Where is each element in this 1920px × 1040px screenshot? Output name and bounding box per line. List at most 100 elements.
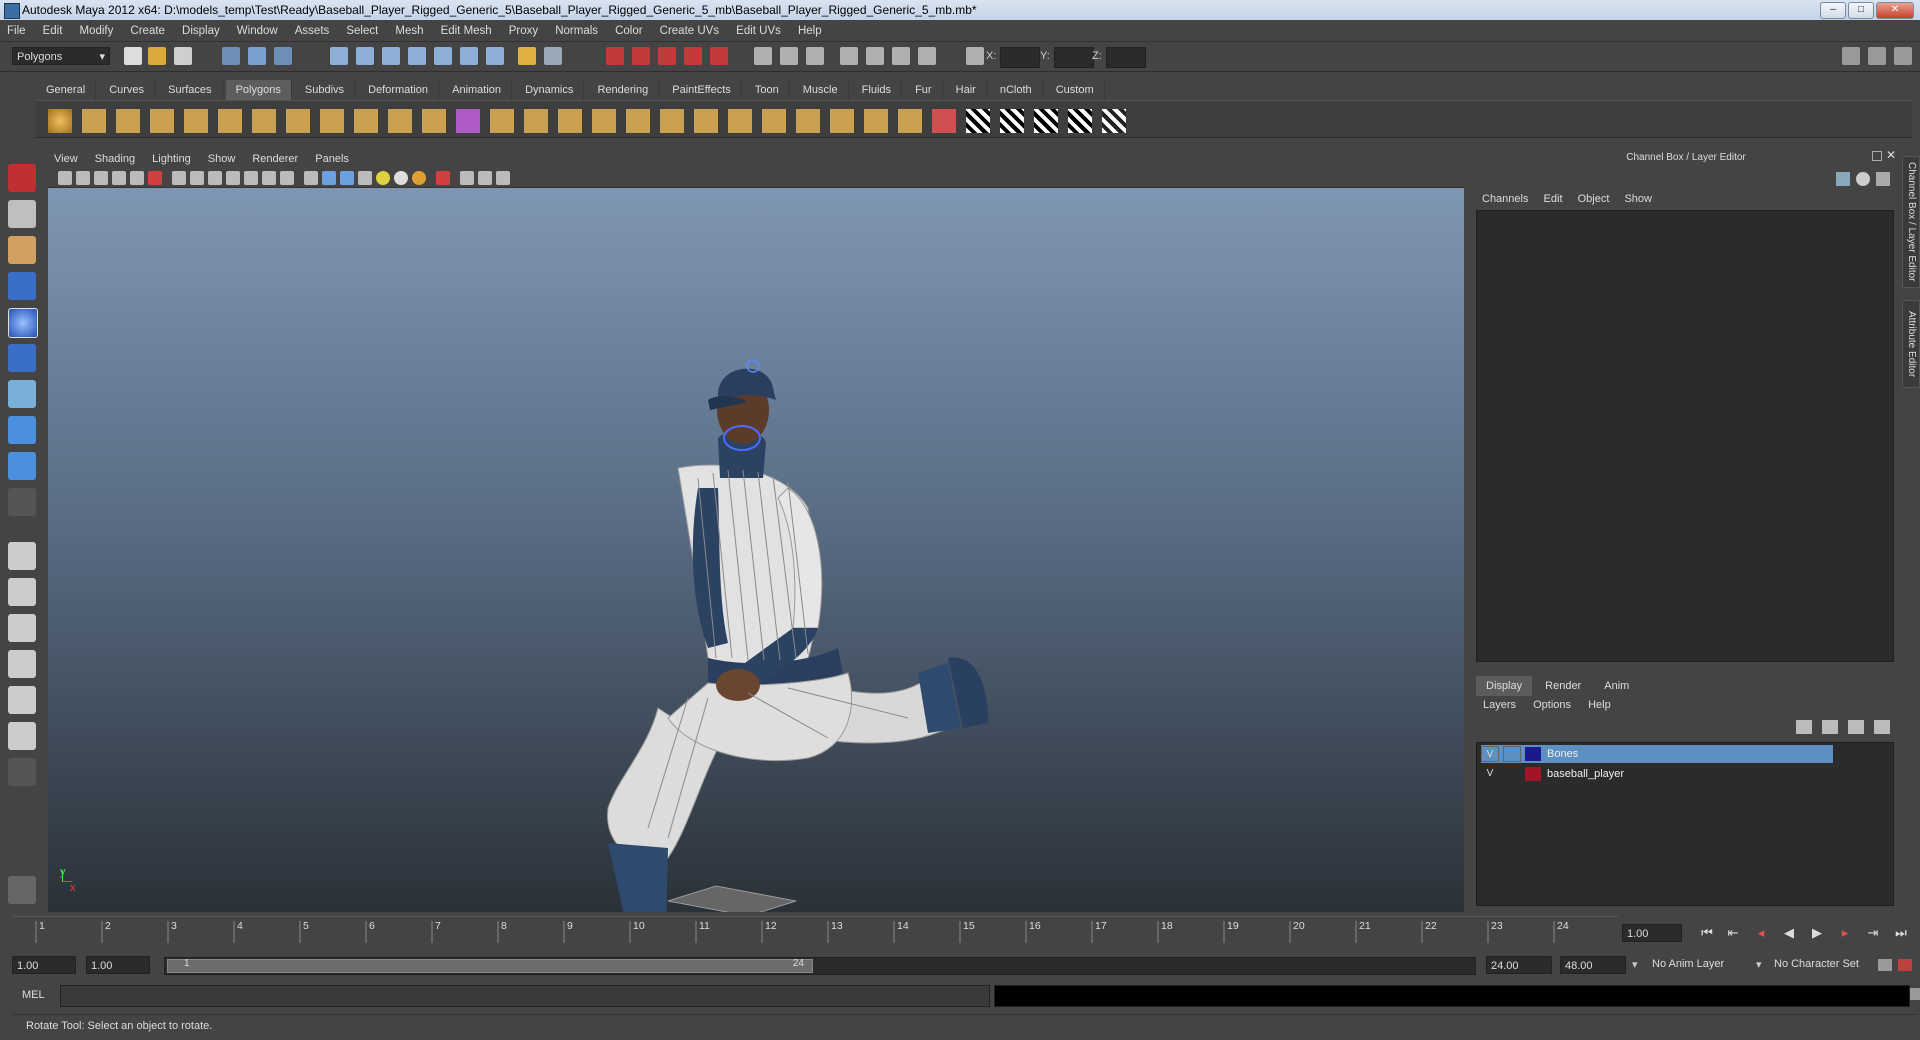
layer-visibility-toggle[interactable]: V	[1481, 746, 1499, 762]
cb-menu-edit[interactable]: Edit	[1538, 190, 1569, 208]
lock-icon[interactable]	[518, 47, 536, 65]
gate-mask-icon[interactable]	[226, 171, 240, 185]
shelf-tab-curves[interactable]: Curves	[99, 80, 156, 100]
script-editor-icon[interactable]	[1910, 988, 1920, 1000]
layout-more-icon[interactable]	[8, 758, 36, 786]
step-back-key-icon[interactable]: ⇤	[1722, 922, 1744, 944]
render-frame-icon[interactable]	[606, 47, 624, 65]
layer-visibility-toggle[interactable]: V	[1481, 766, 1499, 782]
scale-tool-icon[interactable]	[8, 344, 36, 372]
playback-end-field[interactable]: 24.00	[1486, 956, 1552, 974]
combine-icon[interactable]	[354, 109, 378, 133]
poly-cylinder-icon[interactable]	[116, 109, 140, 133]
settings-icon[interactable]	[1894, 47, 1912, 65]
close-panel-icon[interactable]: ✕	[1886, 148, 1896, 162]
uv-editor-icon[interactable]	[1102, 109, 1126, 133]
rotate-tool-icon[interactable]	[8, 308, 38, 338]
shelf-tab-fur[interactable]: Fur	[905, 80, 943, 100]
open-scene-icon[interactable]	[148, 47, 166, 65]
ipr-render-icon[interactable]	[632, 47, 650, 65]
lasso-tool-icon[interactable]	[8, 200, 36, 228]
shelf-tab-dynamics[interactable]: Dynamics	[515, 80, 585, 100]
viewport-menu-shading[interactable]: Shading	[89, 150, 143, 168]
attribute-toggle-icon[interactable]	[806, 47, 824, 65]
shelf-tab-fluids[interactable]: Fluids	[852, 80, 903, 100]
shelf-tab-hair[interactable]: Hair	[946, 80, 987, 100]
new-scene-icon[interactable]	[124, 47, 142, 65]
key-icon[interactable]	[1878, 959, 1892, 971]
mel-input[interactable]	[60, 985, 990, 1007]
snap-point-icon[interactable]	[382, 47, 400, 65]
poly-torus-icon[interactable]	[218, 109, 242, 133]
layout-persp-outliner-icon[interactable]	[8, 722, 36, 750]
shelf-tab-ncloth[interactable]: nCloth	[990, 80, 1043, 100]
new-layer-icon[interactable]	[1848, 720, 1864, 734]
scene-canvas[interactable]	[48, 188, 1464, 912]
extrude-icon[interactable]	[490, 109, 514, 133]
menu-color[interactable]: Color	[608, 20, 649, 42]
play-forwards-icon[interactable]: ▶	[1806, 922, 1828, 944]
menu-assets[interactable]: Assets	[288, 20, 337, 42]
poly-plane-icon[interactable]	[184, 109, 208, 133]
soft-mod-tool-icon[interactable]	[8, 416, 36, 444]
collapse-icon[interactable]	[796, 109, 820, 133]
select-object-icon[interactable]	[248, 47, 266, 65]
construction-history-icon[interactable]	[486, 47, 504, 65]
new-layer-selected-icon[interactable]	[1874, 720, 1890, 734]
layout-outliner-icon[interactable]	[8, 614, 36, 642]
field-chart-icon[interactable]	[244, 171, 258, 185]
layout-persp-graph-icon[interactable]	[8, 650, 36, 678]
cb-menu-channels[interactable]: Channels	[1476, 190, 1534, 208]
safe-title-icon[interactable]	[280, 171, 294, 185]
shelf-tab-toon[interactable]: Toon	[745, 80, 790, 100]
outliner-icon[interactable]	[840, 47, 858, 65]
close-button[interactable]: ✕	[1876, 2, 1914, 19]
layer-color-swatch[interactable]	[1525, 747, 1541, 761]
character-set-dropdown[interactable]: No Character Set	[1774, 958, 1859, 970]
current-frame-field[interactable]: 1.00	[1622, 924, 1682, 942]
safe-action-icon[interactable]	[262, 171, 276, 185]
move-layer-down-icon[interactable]	[1822, 720, 1838, 734]
auto-key-icon[interactable]	[1898, 959, 1912, 971]
layout-single-icon[interactable]	[8, 542, 36, 570]
menu-file[interactable]: File	[0, 20, 33, 42]
shelf-tab-muscle[interactable]: Muscle	[793, 80, 849, 100]
sidebar-toggle-icon[interactable]	[754, 47, 772, 65]
channel-toggle-icon[interactable]	[780, 47, 798, 65]
play-backwards-icon[interactable]: ◀	[1778, 922, 1800, 944]
layer-menu-layers[interactable]: Layers	[1476, 696, 1523, 714]
animation-end-field[interactable]: 48.00	[1560, 956, 1626, 974]
shelf-tab-surfaces[interactable]: Surfaces	[158, 80, 223, 100]
uv-sew-icon[interactable]	[1034, 109, 1058, 133]
menu-create[interactable]: Create	[123, 20, 172, 42]
poly-cone-icon[interactable]	[150, 109, 174, 133]
menu-help[interactable]: Help	[791, 20, 829, 42]
range-slider-handle[interactable]: 1 24	[167, 958, 813, 973]
cb-lock-icon[interactable]	[1856, 172, 1870, 186]
layer-tab-display[interactable]: Display	[1476, 676, 1533, 696]
smooth-shade-icon[interactable]	[322, 171, 336, 185]
maximize-button[interactable]: □	[1848, 2, 1874, 19]
shelf-tab-deformation[interactable]: Deformation	[358, 80, 440, 100]
viewport-menu-lighting[interactable]: Lighting	[146, 150, 199, 168]
mel-label[interactable]: MEL	[22, 986, 45, 1004]
step-forward-frame-icon[interactable]: ▸	[1834, 922, 1856, 944]
uv-cylindrical-icon[interactable]	[864, 109, 888, 133]
anim-layer-dropdown-icon[interactable]: ▾	[1632, 958, 1638, 971]
boolean-icon[interactable]	[422, 109, 446, 133]
select-component-icon[interactable]	[274, 47, 292, 65]
layer-editor-icon[interactable]	[918, 47, 936, 65]
shelf-tab-custom[interactable]: Custom	[1046, 80, 1105, 100]
select-tool-icon[interactable]	[8, 164, 36, 192]
layout-hypershade-icon[interactable]	[8, 686, 36, 714]
menu-edit-uvs[interactable]: Edit UVs	[729, 20, 788, 42]
camera-select-icon[interactable]	[58, 171, 72, 185]
menu-proxy[interactable]: Proxy	[502, 20, 545, 42]
uv-planar-icon[interactable]	[830, 109, 854, 133]
isolate-select-icon[interactable]	[436, 171, 450, 185]
split-icon[interactable]	[592, 109, 616, 133]
render-view-icon[interactable]	[710, 47, 728, 65]
cb-key-icon[interactable]	[1836, 172, 1850, 186]
layer-playback-toggle[interactable]	[1503, 746, 1521, 762]
maya-app-icon[interactable]	[4, 3, 20, 19]
